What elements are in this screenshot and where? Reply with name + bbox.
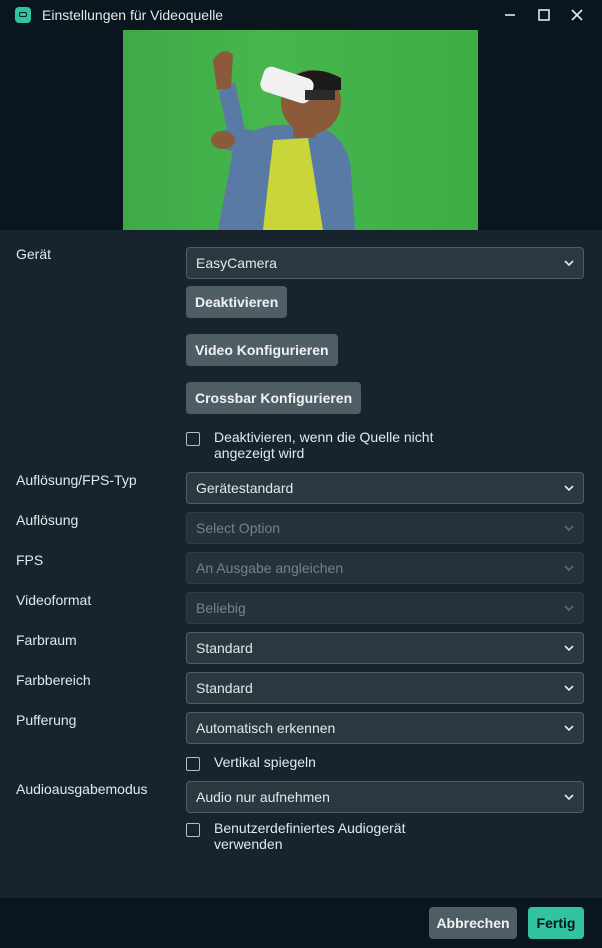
custom-audio-device-row[interactable]: Benutzerdefiniertes Audiogerät verwenden [186,820,405,852]
deactivate-when-hidden-label: Deaktivieren, wenn die Quelle nicht ange… [214,429,434,461]
chevron-down-icon [564,525,574,532]
buffering-label: Pufferung [16,712,77,728]
res-fps-type-label: Auflösung/FPS-Typ [16,472,137,488]
fps-value: An Ausgabe angleichen [196,560,344,576]
configure-video-button[interactable]: Video Konfigurieren [186,334,338,366]
chevron-down-icon [564,725,574,732]
chevron-down-icon [564,685,574,692]
video-preview [0,30,602,230]
video-format-value: Beliebig [196,600,246,616]
chevron-down-icon [564,794,574,801]
maximize-icon [538,9,550,21]
flip-vertical-label: Vertikal spiegeln [214,754,316,770]
fps-label: FPS [16,552,44,568]
fps-select: An Ausgabe angleichen [186,552,584,584]
buffering-select[interactable]: Automatisch erkennen [186,712,584,744]
deactivate-when-hidden-row[interactable]: Deaktivieren, wenn die Quelle nicht ange… [186,429,433,461]
color-range-select[interactable]: Standard [186,672,584,704]
color-space-select[interactable]: Standard [186,632,584,664]
minimize-button[interactable] [494,0,526,30]
resolution-placeholder: Select Option [196,520,281,536]
resolution-select: Select Option [186,512,584,544]
custom-audio-device-checkbox[interactable] [186,823,200,837]
minimize-icon [505,14,515,16]
res-fps-type-value: Gerätestandard [196,480,294,496]
close-icon [571,9,583,21]
res-fps-type-select[interactable]: Gerätestandard [186,472,584,504]
device-label: Gerät [16,246,52,262]
flip-vertical-row[interactable]: Vertikal spiegeln [186,754,316,771]
custom-audio-device-label: Benutzerdefiniertes Audiogerät verwenden [214,820,406,852]
close-button[interactable] [561,0,593,30]
color-space-value: Standard [196,640,253,656]
configure-crossbar-button[interactable]: Crossbar Konfigurieren [186,382,362,414]
chevron-down-icon [564,605,574,612]
color-range-label: Farbbereich [16,672,91,688]
chevron-down-icon [564,260,574,267]
video-format-select: Beliebig [186,592,584,624]
done-button[interactable]: Fertig [528,907,584,939]
deactivate-when-hidden-checkbox[interactable] [186,432,200,446]
camera-preview-image [123,30,478,230]
device-select-value: EasyCamera [196,255,277,271]
maximize-button[interactable] [528,0,560,30]
flip-vertical-checkbox[interactable] [186,757,200,771]
color-space-label: Farbraum [16,632,77,648]
cancel-button[interactable]: Abbrechen [429,907,517,939]
audio-output-mode-select[interactable]: Audio nur aufnehmen [186,781,584,813]
buffering-value: Automatisch erkennen [196,720,336,736]
audio-output-mode-value: Audio nur aufnehmen [196,789,330,805]
audio-output-mode-label: Audioausgabemodus [16,781,148,797]
chevron-down-icon [564,565,574,572]
device-select[interactable]: EasyCamera [186,247,584,279]
deactivate-button[interactable]: Deaktivieren [186,286,288,318]
chevron-down-icon [564,645,574,652]
chevron-down-icon [564,485,574,492]
window-title: Einstellungen für Videoquelle [42,7,224,23]
title-bar: Einstellungen für Videoquelle [0,0,602,30]
video-format-label: Videoformat [16,592,92,608]
color-range-value: Standard [196,680,253,696]
resolution-label: Auflösung [16,512,79,528]
app-icon [15,7,31,23]
